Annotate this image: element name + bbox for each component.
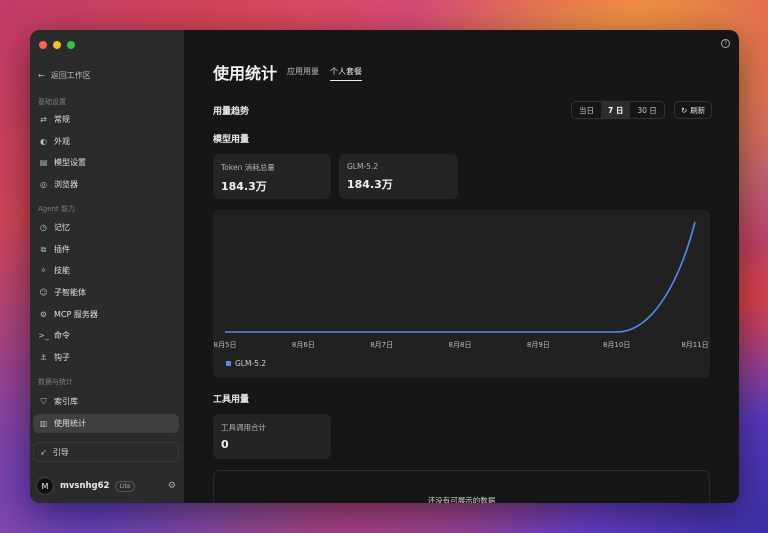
sidebar-item-label: 外观 [54, 137, 70, 146]
guide-label: 引导 [52, 447, 69, 457]
tool-usage-heading: 工具用量 [213, 395, 250, 405]
sidebar-item-label: 命令 [54, 331, 70, 340]
section-agent: Agent 能力 [38, 205, 75, 213]
empty-state-text: 还没有可展示的数据 [427, 496, 496, 503]
sidebar-item-label: 模型设置 [54, 158, 86, 167]
gear-icon[interactable]: ⚙ [168, 481, 176, 491]
sidebar-item-hooks[interactable]: ⚓ 钩子 [33, 348, 179, 367]
range-selector: 当日 7 日 30 日 [571, 101, 665, 119]
card-label: Token 消耗总量 [221, 163, 275, 172]
usage-trend-chart: 8月5日 8月6日 8月7日 8月8日 8月9日 8月10日 8月11日 GLM-5.2 [213, 210, 710, 378]
model-usage-heading: 模型用量 [213, 135, 250, 145]
palette-icon: ◐ [40, 137, 47, 146]
sidebar-item-plugins[interactable]: ⧉ 插件 [33, 240, 179, 259]
x-tick-label: 8月6日 [291, 341, 315, 349]
plan-badge: Lite [115, 480, 135, 492]
back-label: 返回工作区 [50, 71, 91, 80]
sidebar-item-appearance[interactable]: ◐ 外观 [33, 132, 179, 151]
sidebar-item-commands[interactable]: >_ 命令 [33, 326, 179, 345]
legend-swatch [226, 361, 231, 366]
avatar: M [36, 477, 54, 495]
refresh-button[interactable]: ↻ 刷新 [674, 101, 713, 119]
bot-icon: ☺ [39, 288, 48, 297]
glm-card: GLM-5.2 184.3万 [339, 154, 458, 199]
sidebar-item-memory[interactable]: ◷ 记忆 [33, 218, 179, 237]
window-controls [39, 41, 75, 49]
range-7d-button[interactable]: 7 日 [601, 102, 631, 118]
refresh-label: 刷新 [690, 105, 706, 115]
skill-icon: ✧ [40, 266, 47, 275]
arrow-left-icon: ← [38, 71, 45, 80]
section-basic-settings: 基础设置 [38, 98, 66, 106]
sidebar: ← 返回工作区 基础设置 ⇄ 常规 ◐ 外观 ▤ 模型设置 ◎ 浏览器 Agen… [30, 30, 184, 503]
sidebar-item-usage-stats[interactable]: ▥ 使用统计 [33, 414, 179, 433]
sidebar-item-skills[interactable]: ✧ 技能 [33, 261, 179, 280]
range-today-button[interactable]: 当日 [572, 102, 601, 118]
plugin-icon: ⧉ [40, 244, 47, 254]
page-title: 使用统计 [213, 64, 278, 83]
range-30d-button[interactable]: 30 日 [630, 102, 663, 118]
guide-button[interactable]: ➶ 引导 [33, 442, 179, 462]
username: mvsnhg62 [60, 481, 110, 491]
shield-icon: ⛉ [40, 396, 47, 406]
tab-bar: 应用用量 个人套餐 [287, 66, 362, 81]
sliders-icon: ⇄ [40, 115, 47, 124]
series-line-glm-5-2 [225, 221, 696, 333]
sidebar-item-mcp-servers[interactable]: ⚙ MCP 服务器 [33, 305, 179, 324]
sidebar-item-model-settings[interactable]: ▤ 模型设置 [33, 153, 179, 172]
sidebar-item-label: 常规 [54, 115, 70, 124]
anchor-icon: ⚓ [39, 353, 48, 362]
section-data-stats: 数据与统计 [38, 378, 73, 386]
memory-icon: ◷ [40, 223, 47, 232]
x-tick-label: 8月8日 [448, 341, 472, 349]
legend-label: GLM-5.2 [235, 359, 267, 368]
x-tick-label: 8月11日 [681, 341, 709, 349]
x-tick-label: 8月7日 [370, 341, 394, 349]
compass-icon: ◎ [40, 180, 47, 189]
card-value: 184.3万 [221, 180, 267, 193]
mcp-icon: ⚙ [39, 310, 48, 319]
empty-state: 还没有可展示的数据 [213, 470, 710, 503]
card-value: 0 [221, 438, 229, 451]
tool-total-card: 工具调用合计 0 [213, 414, 331, 459]
sidebar-item-general[interactable]: ⇄ 常规 [33, 110, 179, 129]
sidebar-item-label: 索引库 [54, 397, 78, 406]
user-profile[interactable]: M mvsnhg62 Lite ⚙ [36, 477, 176, 495]
token-total-card: Token 消耗总量 184.3万 [213, 154, 331, 199]
sidebar-item-label: 浏览器 [54, 180, 78, 189]
close-window-button[interactable] [39, 41, 47, 49]
card-label: 工具调用合计 [221, 423, 266, 432]
sidebar-item-label: 插件 [54, 245, 70, 254]
minimize-window-button[interactable] [53, 41, 61, 49]
server-icon: ▤ [39, 158, 48, 167]
sidebar-item-label: 使用统计 [54, 419, 86, 428]
bar-chart-icon: ▥ [39, 419, 48, 428]
sidebar-item-label: 钩子 [54, 353, 70, 362]
sidebar-item-browser[interactable]: ◎ 浏览器 [33, 175, 179, 194]
tab-personal-plan[interactable]: 个人套餐 [330, 66, 362, 81]
sidebar-item-subagents[interactable]: ☺ 子智能体 [33, 283, 179, 302]
card-label: GLM-5.2 [347, 162, 379, 171]
sidebar-item-label: 记忆 [54, 223, 70, 232]
main-content: ? 使用统计 应用用量 个人套餐 用量趋势 当日 7 日 30 日 ↻ 刷新 模… [184, 30, 739, 503]
chart-canvas [225, 221, 696, 333]
back-to-workspace-link[interactable]: ← 返回工作区 [38, 70, 91, 81]
x-tick-label: 8月5日 [213, 341, 237, 349]
sidebar-item-label: 技能 [54, 266, 70, 275]
card-value: 184.3万 [347, 178, 393, 191]
chart-legend: GLM-5.2 [226, 359, 266, 368]
app-window: ← 返回工作区 基础设置 ⇄ 常规 ◐ 外观 ▤ 模型设置 ◎ 浏览器 Agen… [30, 30, 739, 503]
trend-heading: 用量趋势 [213, 107, 250, 117]
tab-app-usage[interactable]: 应用用量 [287, 66, 319, 81]
zoom-window-button[interactable] [67, 41, 75, 49]
rocket-icon: ➶ [40, 447, 47, 457]
sidebar-item-index[interactable]: ⛉ 索引库 [33, 392, 179, 411]
sidebar-item-label: 子智能体 [54, 288, 86, 297]
x-tick-label: 8月10日 [602, 341, 631, 349]
help-icon[interactable]: ? [721, 39, 730, 48]
refresh-icon: ↻ [681, 105, 688, 115]
sidebar-item-label: MCP 服务器 [54, 310, 98, 319]
terminal-icon: >_ [38, 331, 49, 340]
x-tick-label: 8月9日 [526, 341, 550, 349]
